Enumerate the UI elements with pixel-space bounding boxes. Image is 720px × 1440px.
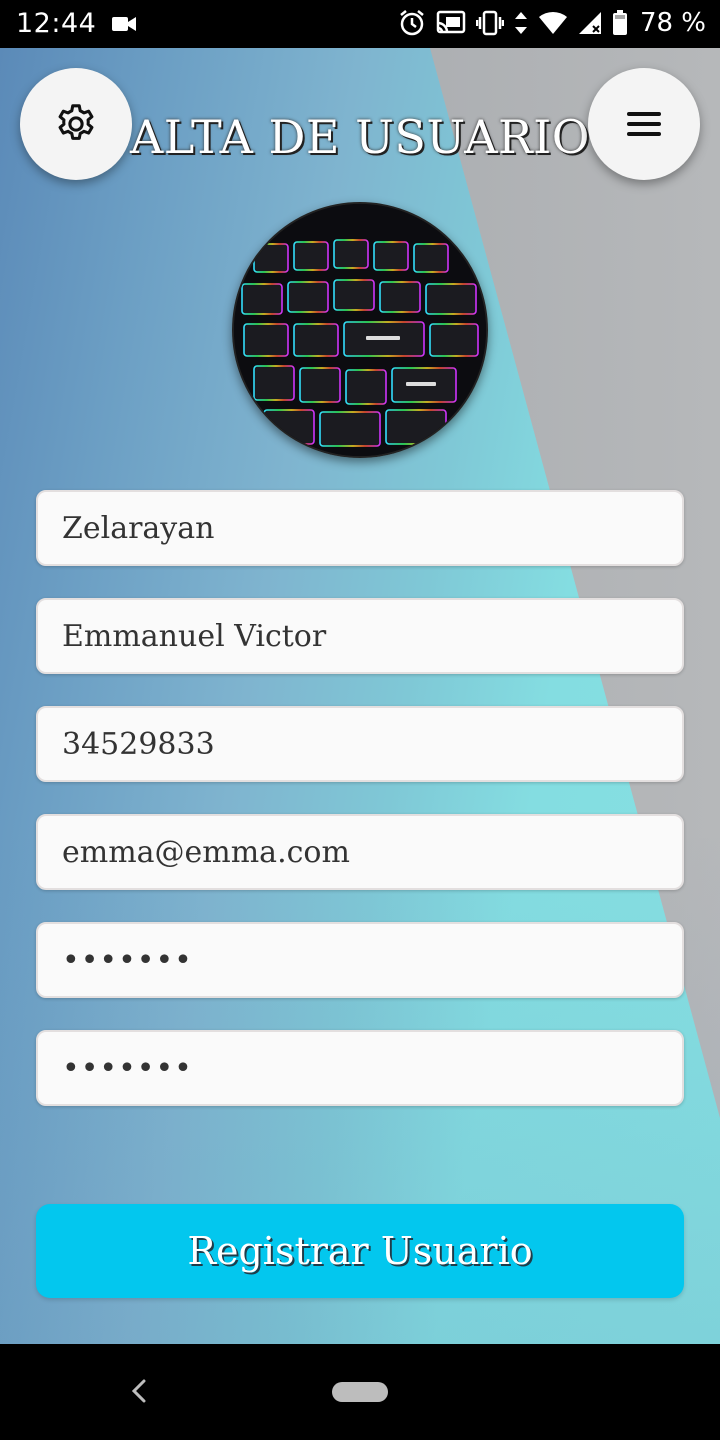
password-confirm-field[interactable] — [36, 1030, 684, 1106]
back-icon[interactable] — [126, 1376, 152, 1410]
signal-icon — [578, 11, 602, 35]
navigation-bar — [0, 1344, 720, 1440]
alarm-icon — [398, 9, 426, 37]
data-arrows-icon — [514, 10, 528, 36]
vibrate-icon — [475, 10, 504, 36]
keyboard-photo-image — [234, 204, 486, 456]
status-bar: 12:44 78 % — [0, 0, 720, 48]
nombre-field[interactable] — [36, 598, 684, 674]
register-button[interactable]: Registrar Usuario — [36, 1204, 684, 1298]
apellido-field[interactable] — [36, 490, 684, 566]
avatar[interactable] — [232, 202, 488, 458]
wifi-icon — [538, 11, 568, 35]
status-icons: 78 % — [398, 8, 706, 38]
dni-field[interactable] — [36, 706, 684, 782]
hamburger-menu-icon — [627, 112, 661, 136]
battery-icon — [612, 10, 628, 36]
password-field[interactable] — [36, 922, 684, 998]
cast-icon — [436, 10, 466, 36]
battery-percent: 78 % — [639, 8, 706, 38]
app-screen: ALTA DE USUARIO Zelarayan Emmanuel Victo… — [0, 48, 720, 1344]
video-camera-icon — [111, 14, 137, 34]
menu-button[interactable] — [588, 68, 700, 180]
status-time: 12:44 — [16, 8, 97, 39]
home-pill[interactable] — [332, 1382, 388, 1402]
email-field[interactable] — [36, 814, 684, 890]
